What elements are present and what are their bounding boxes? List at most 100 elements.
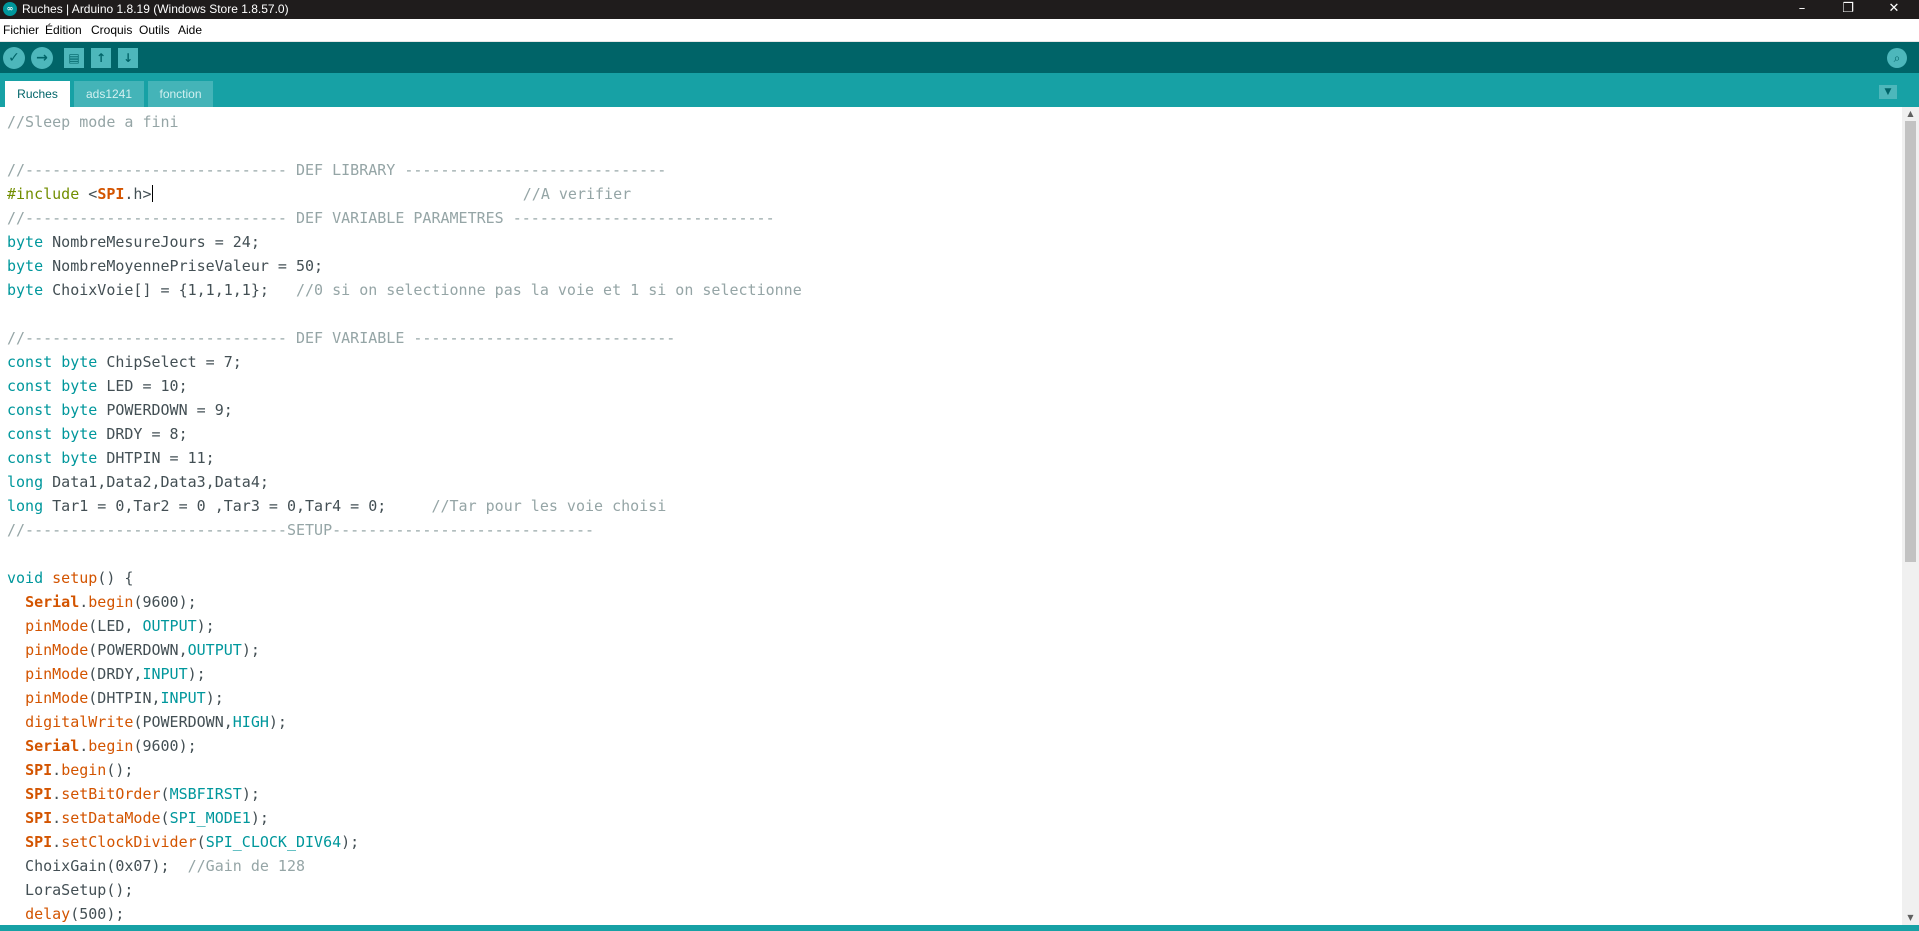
code-line[interactable]: byte NombreMesureJours = 24; — [7, 230, 260, 254]
code-line[interactable]: SPI.begin(); — [7, 758, 133, 782]
code-line[interactable]: long Data1,Data2,Data3,Data4; — [7, 470, 269, 494]
code-line[interactable]: const byte DHTPIN = 11; — [7, 446, 215, 470]
tab-ads1241[interactable]: ads1241 — [74, 81, 144, 107]
restore-icon[interactable]: ❐ — [1825, 0, 1871, 19]
code-line[interactable]: //----------------------------- DEF VARI… — [7, 326, 675, 350]
scrollbar-thumb[interactable] — [1905, 121, 1916, 562]
open-sketch-icon[interactable]: ↑ — [91, 48, 111, 68]
code-line[interactable]: LoraSetup(); — [7, 878, 133, 902]
status-strip — [0, 925, 1919, 931]
code-line[interactable]: const byte DRDY = 8; — [7, 422, 188, 446]
code-line[interactable]: Serial.begin(9600); — [7, 590, 197, 614]
code-token: SPI — [25, 833, 53, 851]
code-token: //----------------------------- DEF VARI… — [7, 329, 676, 347]
code-token: ); — [250, 809, 269, 827]
code-line[interactable]: digitalWrite(POWERDOWN,HIGH); — [7, 710, 287, 734]
code-token: ChipSelect = 7; — [97, 353, 242, 371]
scroll-down-icon[interactable]: ▼ — [1902, 911, 1919, 925]
code-line[interactable]: pinMode(DHTPIN,INPUT); — [7, 686, 224, 710]
new-sketch-icon[interactable]: ▤ — [64, 48, 84, 68]
code-token: //Tar pour les voie choisi — [431, 497, 667, 515]
scroll-up-icon[interactable]: ▲ — [1902, 107, 1919, 121]
serial-monitor-icon[interactable]: ⌕ — [1887, 48, 1907, 68]
code-line[interactable]: //Sleep mode a fini — [7, 110, 179, 134]
code-token: byte — [61, 353, 98, 371]
tab-ruches[interactable]: Ruches — [5, 81, 70, 107]
code-line[interactable]: long Tar1 = 0,Tar2 = 0 ,Tar3 = 0,Tar4 = … — [7, 494, 666, 518]
code-token: (); — [106, 761, 134, 779]
menu-fichier[interactable]: Fichier — [3, 22, 39, 38]
code-line[interactable]: pinMode(LED, OUTPUT); — [7, 614, 215, 638]
toolbar: ✓ → ▤ ↑ ↓ ⌕ — [0, 42, 1919, 73]
code-token: const — [7, 353, 53, 371]
close-icon[interactable]: ✕ — [1871, 0, 1917, 19]
code-token: byte — [61, 425, 98, 443]
code-token: pinMode — [25, 689, 89, 707]
menu-croquis[interactable]: Croquis — [91, 22, 132, 38]
code-line[interactable]: //-----------------------------SETUP----… — [7, 518, 594, 542]
code-token: Tar1 = 0,Tar2 = 0 ,Tar3 = 0,Tar4 = 0; — [43, 497, 432, 515]
verify-icon[interactable]: ✓ — [3, 47, 25, 69]
code-line[interactable]: const byte LED = 10; — [7, 374, 188, 398]
upload-icon[interactable]: → — [31, 47, 53, 69]
save-sketch-icon[interactable]: ↓ — [118, 48, 138, 68]
code-token: .h> — [124, 185, 152, 203]
code-token: INPUT — [160, 689, 206, 707]
menu-outils[interactable]: Outils — [139, 22, 170, 38]
code-token: (9600); — [133, 593, 197, 611]
code-editor[interactable]: //Sleep mode a fini //-------------------… — [0, 107, 1902, 925]
code-token: byte — [7, 233, 44, 251]
code-token: ); — [268, 713, 287, 731]
code-token: ); — [241, 785, 260, 803]
menu-edition[interactable]: Édition — [45, 22, 82, 38]
code-token: OUTPUT — [142, 617, 197, 635]
code-token: (LED, — [88, 617, 143, 635]
code-line[interactable]: const byte POWERDOWN = 9; — [7, 398, 233, 422]
code-line[interactable]: delay(500); — [7, 902, 124, 925]
code-token: SPI — [25, 785, 53, 803]
code-token: const — [7, 425, 53, 443]
code-line[interactable]: //----------------------------- DEF VARI… — [7, 206, 775, 230]
code-token: const — [7, 401, 53, 419]
code-line[interactable]: #include <SPI.h> //A verifier — [7, 182, 631, 206]
code-line[interactable]: void setup() { — [7, 566, 133, 590]
code-token: LoraSetup(); — [7, 881, 134, 899]
code-token: ( — [160, 785, 170, 803]
code-token: byte — [61, 401, 98, 419]
code-line[interactable]: SPI.setClockDivider(SPI_CLOCK_DIV64); — [7, 830, 359, 854]
code-line[interactable]: byte ChoixVoie[] = {1,1,1,1}; //0 si on … — [7, 278, 802, 302]
code-token: //Sleep mode a fini — [7, 113, 179, 131]
code-token: digitalWrite — [25, 713, 134, 731]
code-token: NombreMesureJours = 24; — [43, 233, 260, 251]
code-token: setClockDivider — [61, 833, 197, 851]
code-token: //0 si on selectionne pas la voie et 1 s… — [296, 281, 802, 299]
code-token: byte — [61, 449, 98, 467]
code-line[interactable]: SPI.setBitOrder(MSBFIRST); — [7, 782, 260, 806]
code-line[interactable]: //----------------------------- DEF LIBR… — [7, 158, 666, 182]
minimize-icon[interactable]: – — [1779, 0, 1825, 19]
menu-aide[interactable]: Aide — [178, 22, 202, 38]
code-token: Serial — [25, 593, 80, 611]
code-line[interactable]: Serial.begin(9600); — [7, 734, 197, 758]
code-token: const — [7, 377, 53, 395]
tab-menu-icon[interactable]: ▼ — [1879, 85, 1897, 99]
vertical-scrollbar[interactable]: ▲ ▼ — [1902, 107, 1919, 925]
code-line[interactable]: SPI.setDataMode(SPI_MODE1); — [7, 806, 269, 830]
code-token: pinMode — [25, 641, 89, 659]
code-line[interactable]: pinMode(DRDY,INPUT); — [7, 662, 206, 686]
code-line[interactable]: pinMode(POWERDOWN,OUTPUT); — [7, 638, 260, 662]
code-token: SPI — [97, 185, 125, 203]
code-line[interactable]: const byte ChipSelect = 7; — [7, 350, 242, 374]
code-token: HIGH — [232, 713, 269, 731]
tab-bar: Ruches ads1241 fonction ▼ — [0, 73, 1919, 107]
code-line[interactable]: ChoixGain(0x07); //Gain de 128 — [7, 854, 305, 878]
code-line[interactable]: byte NombreMoyennePriseValeur = 50; — [7, 254, 323, 278]
tab-fonction[interactable]: fonction — [148, 81, 213, 107]
